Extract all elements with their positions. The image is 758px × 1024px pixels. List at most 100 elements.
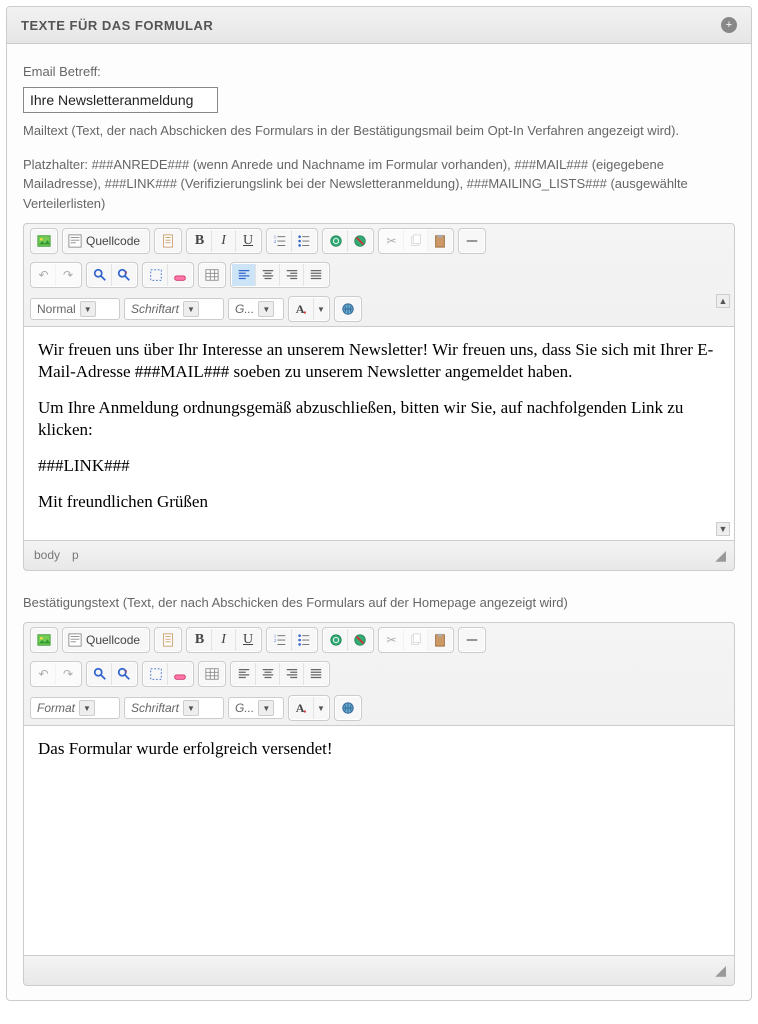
toolbar-row-1: Quellcode B I U 12 ✂ xyxy=(24,224,734,258)
align-center-icon[interactable] xyxy=(256,663,280,685)
underline-button[interactable]: U xyxy=(236,230,260,252)
chevron-down-icon: ▼ xyxy=(79,700,95,716)
copy-icon[interactable] xyxy=(404,230,428,252)
link-icon[interactable] xyxy=(324,629,348,651)
remove-format-icon[interactable] xyxy=(168,264,192,286)
content-paragraph: Das Formular wurde erfolgreich versendet… xyxy=(38,738,720,760)
content-paragraph: Um Ihre Anmeldung ordnungsgemäß abzuschl… xyxy=(38,397,720,441)
element-path[interactable]: body p xyxy=(34,548,79,562)
bullet-list-icon[interactable] xyxy=(292,629,316,651)
image-icon[interactable] xyxy=(32,230,56,252)
undo-icon[interactable]: ↶ xyxy=(32,663,56,685)
resize-handle-icon[interactable]: ◢ xyxy=(715,962,724,979)
mailtext-content[interactable]: Wir freuen uns über Ihr Interesse an uns… xyxy=(24,326,734,540)
source-label: Quellcode xyxy=(86,234,140,248)
paste-icon[interactable] xyxy=(428,230,452,252)
scroll-up-icon[interactable]: ▲ xyxy=(716,294,730,308)
replace-icon[interactable]: a xyxy=(112,663,136,685)
find-icon[interactable] xyxy=(88,663,112,685)
font-select[interactable]: Schriftart▼ xyxy=(124,697,224,719)
undo-icon[interactable]: ↶ xyxy=(32,264,56,286)
link-icon[interactable] xyxy=(324,230,348,252)
editor-status-bar: ◢ xyxy=(24,955,734,985)
chevron-down-icon: ▼ xyxy=(258,700,274,716)
content-paragraph: Mit freundlichen Grüßen xyxy=(38,491,720,513)
svg-text:2: 2 xyxy=(273,638,275,643)
unlink-icon[interactable] xyxy=(348,629,372,651)
numbered-list-icon[interactable]: 12 xyxy=(268,629,292,651)
table-icon[interactable] xyxy=(200,264,224,286)
page-icon[interactable] xyxy=(156,230,180,252)
horizontal-rule-icon[interactable] xyxy=(460,629,484,651)
select-all-icon[interactable] xyxy=(144,264,168,286)
copy-icon[interactable] xyxy=(404,629,428,651)
toolbar-row-2: ↶ ↷ a xyxy=(24,258,734,292)
source-label: Quellcode xyxy=(86,633,140,647)
collapse-icon[interactable]: + xyxy=(721,17,737,33)
source-button[interactable]: Quellcode xyxy=(64,230,148,252)
align-center-icon[interactable] xyxy=(256,264,280,286)
select-all-icon[interactable] xyxy=(144,663,168,685)
text-color-icon[interactable]: A▪ xyxy=(290,298,314,320)
color-dropdown-icon[interactable]: ▼ xyxy=(314,298,328,320)
image-icon[interactable] xyxy=(32,629,56,651)
table-icon[interactable] xyxy=(200,663,224,685)
scroll-down-icon[interactable]: ▼ xyxy=(716,522,730,536)
toolbar-row-2: ↶ ↷ a xyxy=(24,657,734,691)
font-select[interactable]: Schriftart▼ xyxy=(124,298,224,320)
format-select[interactable]: Format▼ xyxy=(30,697,120,719)
editor-status-bar: body p ◢ xyxy=(24,540,734,570)
align-right-icon[interactable] xyxy=(280,663,304,685)
cut-icon[interactable]: ✂ xyxy=(380,629,404,651)
format-select[interactable]: Normal▼ xyxy=(30,298,120,320)
svg-text:2: 2 xyxy=(273,239,275,244)
underline-button[interactable]: U xyxy=(236,629,260,651)
align-justify-icon[interactable] xyxy=(304,264,328,286)
align-right-icon[interactable] xyxy=(280,264,304,286)
toolbar-row-1: Quellcode B I U 12 ✂ xyxy=(24,623,734,657)
content-paragraph: Wir freuen uns über Ihr Interesse an uns… xyxy=(38,339,720,383)
globe-icon[interactable] xyxy=(336,298,360,320)
toolbar-row-3: Format▼ Schriftart▼ G...▼ A▪ ▼ xyxy=(24,691,734,725)
align-left-icon[interactable] xyxy=(232,663,256,685)
globe-icon[interactable] xyxy=(336,697,360,719)
italic-button[interactable]: I xyxy=(212,230,236,252)
email-subject-input[interactable] xyxy=(23,87,218,113)
numbered-list-icon[interactable]: 12 xyxy=(268,230,292,252)
chevron-down-icon: ▼ xyxy=(183,700,199,716)
bold-button[interactable]: B xyxy=(188,629,212,651)
align-justify-icon[interactable] xyxy=(304,663,328,685)
placeholders-description: Platzhalter: ###ANREDE### (wenn Anrede u… xyxy=(23,155,735,214)
source-button[interactable]: Quellcode xyxy=(64,629,148,651)
confirmation-text-label: Bestätigungstext (Text, der nach Abschic… xyxy=(23,593,735,613)
page-icon[interactable] xyxy=(156,629,180,651)
confirmation-editor: Quellcode B I U 12 ✂ xyxy=(23,622,735,986)
size-select[interactable]: G...▼ xyxy=(228,298,284,320)
toolbar-row-3: Normal▼ Schriftart▼ G...▼ A▪ ▼ ▲ xyxy=(24,292,734,326)
mailtext-description: Mailtext (Text, der nach Abschicken des … xyxy=(23,121,735,141)
content-paragraph: ###LINK### xyxy=(38,455,720,477)
confirmation-content[interactable]: Das Formular wurde erfolgreich versendet… xyxy=(24,725,734,955)
find-icon[interactable] xyxy=(88,264,112,286)
italic-button[interactable]: I xyxy=(212,629,236,651)
horizontal-rule-icon[interactable] xyxy=(460,230,484,252)
color-dropdown-icon[interactable]: ▼ xyxy=(314,697,328,719)
paste-icon[interactable] xyxy=(428,629,452,651)
text-color-icon[interactable]: A▪ xyxy=(290,697,314,719)
replace-icon[interactable]: a xyxy=(112,264,136,286)
align-left-icon[interactable] xyxy=(232,264,256,286)
bold-button[interactable]: B xyxy=(188,230,212,252)
resize-handle-icon[interactable]: ◢ xyxy=(715,547,724,564)
size-select[interactable]: G...▼ xyxy=(228,697,284,719)
svg-text:a: a xyxy=(125,668,128,674)
panel-body: Email Betreff: Mailtext (Text, der nach … xyxy=(7,44,751,1000)
email-subject-label: Email Betreff: xyxy=(23,64,735,79)
bullet-list-icon[interactable] xyxy=(292,230,316,252)
unlink-icon[interactable] xyxy=(348,230,372,252)
remove-format-icon[interactable] xyxy=(168,663,192,685)
cut-icon[interactable]: ✂ xyxy=(380,230,404,252)
panel-header: TEXTE FÜR DAS FORMULAR + xyxy=(7,7,751,44)
redo-icon[interactable]: ↷ xyxy=(56,264,80,286)
redo-icon[interactable]: ↷ xyxy=(56,663,80,685)
chevron-down-icon: ▼ xyxy=(258,301,274,317)
